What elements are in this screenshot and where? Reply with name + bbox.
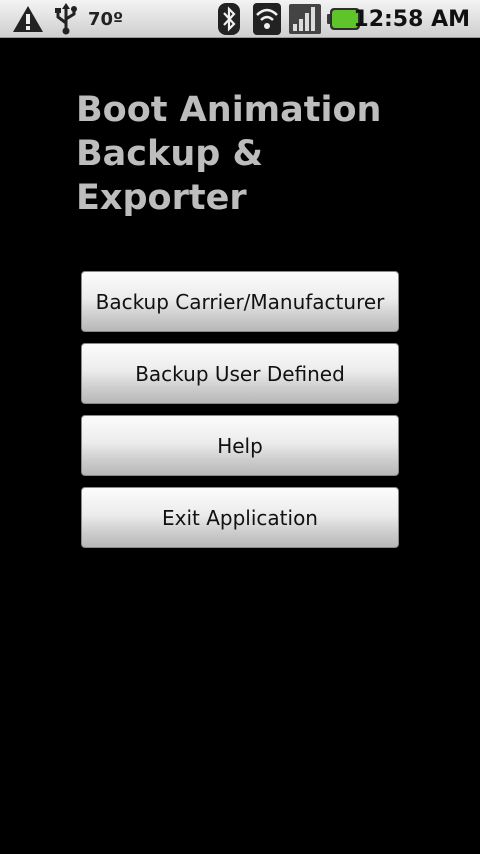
usb-icon xyxy=(50,0,82,38)
clock: 12:58 AM xyxy=(353,6,470,32)
title-line-2: Backup & xyxy=(76,134,263,174)
exit-application-button[interactable]: Exit Application xyxy=(81,487,399,548)
page-title: Boot Animation Backup & Exporter xyxy=(76,88,396,220)
title-line-3: Exporter xyxy=(76,178,247,218)
signal-icon xyxy=(288,0,322,38)
bluetooth-icon xyxy=(216,0,242,38)
title-line-1: Boot Animation xyxy=(76,90,382,130)
backup-user-defined-button[interactable]: Backup User Defined xyxy=(81,343,399,404)
main-menu: Backup Carrier/Manufacturer Backup User … xyxy=(81,271,399,559)
help-button[interactable]: Help xyxy=(81,415,399,476)
wifi-icon xyxy=(252,0,282,38)
backup-carrier-manufacturer-button[interactable]: Backup Carrier/Manufacturer xyxy=(81,271,399,332)
warning-icon xyxy=(10,0,46,38)
temperature-readout: 70º xyxy=(88,8,124,30)
status-bar: 70º 12:58 AM xyxy=(0,0,480,38)
